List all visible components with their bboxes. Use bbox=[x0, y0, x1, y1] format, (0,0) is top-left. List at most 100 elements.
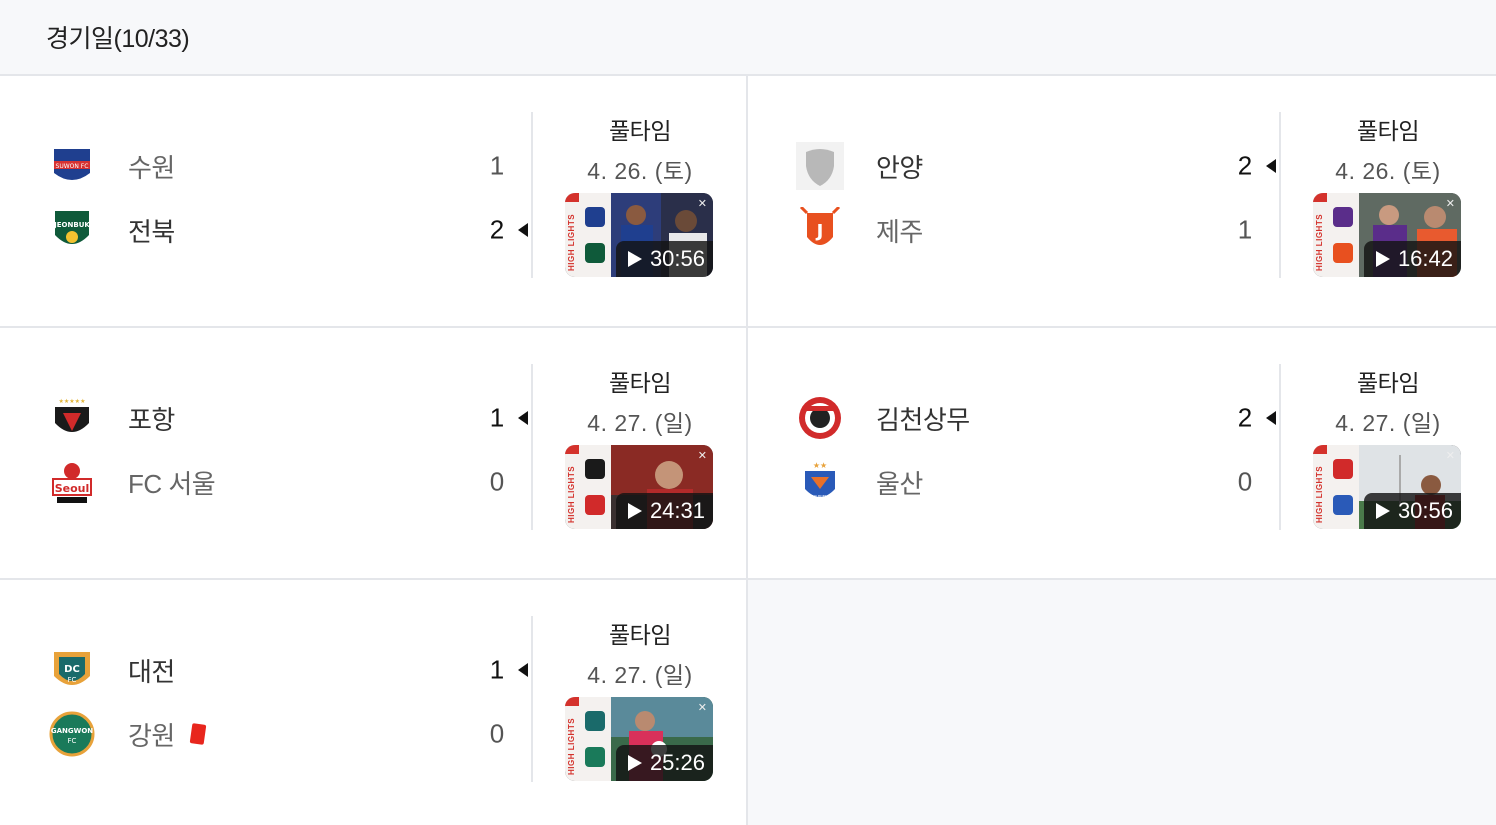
away-team-row: Seoul FC 서울 0 bbox=[48, 458, 538, 506]
anyang-shield-logo bbox=[796, 142, 844, 190]
match-date: 4. 27. (일) bbox=[587, 662, 693, 688]
highlight-side-panel: HIGH LIGHTS bbox=[1313, 445, 1359, 529]
fc-seoul-logo: Seoul bbox=[48, 458, 96, 506]
video-duration: 30:56 bbox=[615, 241, 713, 277]
thumbnail-corner-icon: ✕ bbox=[1445, 450, 1455, 462]
thumbnail-corner-icon: ✕ bbox=[1445, 198, 1455, 210]
duration-text: 30:56 bbox=[1397, 498, 1453, 523]
match-status: 풀타임 bbox=[1357, 118, 1419, 144]
duration-text: 16:42 bbox=[1397, 246, 1453, 271]
svg-text:GANGWON: GANGWON bbox=[51, 727, 93, 735]
ulsan-logo: ★★ HYUNDAI bbox=[796, 458, 844, 506]
anyang-mini-logo-icon bbox=[1333, 207, 1353, 227]
gimcheon-mini-logo-icon bbox=[1333, 459, 1353, 479]
jeju-mini-logo-icon bbox=[1333, 243, 1353, 263]
divider bbox=[531, 112, 533, 278]
away-team-row: GANGWON FC 강원 0 bbox=[48, 710, 538, 758]
thumbnail-corner-icon: ✕ bbox=[697, 702, 707, 714]
svg-text:DC: DC bbox=[64, 664, 80, 675]
home-team-name: 대전 bbox=[128, 656, 175, 687]
away-team-row: ★★ HYUNDAI 울산 0 bbox=[796, 458, 1286, 506]
suwon-fc-logo: SUWON FC bbox=[48, 142, 96, 190]
home-team-row: 안양 2 bbox=[796, 142, 1286, 190]
ulsan-mini-logo-icon bbox=[1333, 495, 1353, 515]
highlight-side-panel: HIGH LIGHTS bbox=[565, 697, 611, 781]
winner-arrow-icon bbox=[518, 223, 528, 237]
divider bbox=[1279, 112, 1281, 278]
jeju-logo: J bbox=[796, 206, 844, 254]
home-score: 2 bbox=[1237, 402, 1253, 433]
away-score: 0 bbox=[489, 718, 505, 749]
highlights-label: HIGH LIGHTS bbox=[567, 717, 576, 775]
svg-text:★★: ★★ bbox=[813, 461, 827, 470]
thumbnail-corner-icon: ✕ bbox=[697, 198, 707, 210]
match-info: 풀타임 4. 26. (토) bbox=[1293, 112, 1483, 186]
video-duration: 16:42 bbox=[1363, 241, 1461, 277]
match-date: 4. 26. (토) bbox=[587, 158, 693, 184]
match-status: 풀타임 bbox=[609, 622, 671, 648]
highlight-video-thumbnail[interactable]: HIGH LIGHTS ✕ 30:56 bbox=[1313, 445, 1461, 529]
winner-arrow-icon bbox=[518, 663, 528, 677]
home-team-name: 김천상무 bbox=[876, 404, 970, 435]
jeonbuk-mini-logo-icon bbox=[585, 243, 605, 263]
highlights-label: HIGH LIGHTS bbox=[567, 213, 576, 271]
highlight-video-thumbnail[interactable]: HIGH LIGHTS ✕ 16:42 bbox=[1313, 193, 1461, 277]
play-icon bbox=[1375, 503, 1390, 519]
match-card[interactable]: DC FC 대전 1 GANGWON FC 강원 0 풀타임 4. 27. (일) … bbox=[0, 580, 748, 825]
match-card[interactable]: 김천상무 2 ★★ HYUNDAI 울산 0 풀타임 4. 27. (일) HIG… bbox=[748, 328, 1496, 580]
broadcast-badge-icon bbox=[565, 193, 579, 202]
broadcast-badge-icon bbox=[565, 445, 579, 454]
highlights-label: HIGH LIGHTS bbox=[567, 465, 576, 523]
duration-text: 30:56 bbox=[649, 246, 705, 271]
divider bbox=[1279, 364, 1281, 530]
match-grid: SUWON FC 수원 1 JEONBUK 전북 2 풀타임 4. 26. (토… bbox=[0, 76, 1496, 825]
suwon-mini-logo-icon bbox=[585, 207, 605, 227]
svg-text:FC: FC bbox=[68, 676, 77, 684]
divider bbox=[531, 364, 533, 530]
broadcast-badge-icon bbox=[1313, 193, 1327, 202]
home-team-row: DC FC 대전 1 bbox=[48, 646, 538, 694]
match-card[interactable]: 안양 2 J 제주 1 풀타임 4. 26. (토) HIGH LIGHTS ✕… bbox=[748, 76, 1496, 328]
svg-text:Seoul: Seoul bbox=[55, 482, 90, 495]
away-team-name: FC 서울 bbox=[128, 468, 216, 499]
home-team-row: 김천상무 2 bbox=[796, 394, 1286, 442]
play-icon bbox=[627, 755, 642, 771]
highlight-video-thumbnail[interactable]: HIGH LIGHTS ✕ 24:31 bbox=[565, 445, 713, 529]
video-duration: 24:31 bbox=[615, 493, 713, 529]
play-icon bbox=[627, 503, 642, 519]
match-status: 풀타임 bbox=[609, 370, 671, 396]
highlight-side-panel: HIGH LIGHTS bbox=[565, 445, 611, 529]
video-duration: 30:56 bbox=[1363, 493, 1461, 529]
empty-cell bbox=[748, 580, 1496, 825]
duration-text: 25:26 bbox=[649, 750, 705, 775]
away-score: 0 bbox=[489, 466, 505, 497]
broadcast-badge-icon bbox=[565, 697, 579, 706]
home-score: 1 bbox=[489, 150, 505, 181]
match-date: 4. 27. (일) bbox=[1335, 410, 1441, 436]
home-team-name: 수원 bbox=[128, 152, 175, 183]
red-card-icon bbox=[189, 723, 207, 745]
highlight-side-panel: HIGH LIGHTS bbox=[565, 193, 611, 277]
home-team-row: ★★★★★ 포항 1 bbox=[48, 394, 538, 442]
match-card[interactable]: ★★★★★ 포항 1 Seoul FC 서울 0 풀타임 4. 27. (일) … bbox=[0, 328, 748, 580]
page-header: 경기일(10/33) bbox=[0, 0, 1496, 76]
highlight-side-panel: HIGH LIGHTS bbox=[1313, 193, 1359, 277]
match-info: 풀타임 4. 27. (일) bbox=[545, 616, 735, 690]
home-team-name: 포항 bbox=[128, 404, 175, 435]
highlight-video-thumbnail[interactable]: HIGH LIGHTS ✕ 25:26 bbox=[565, 697, 713, 781]
winner-arrow-icon bbox=[1266, 411, 1276, 425]
match-info: 풀타임 4. 27. (일) bbox=[545, 364, 735, 438]
away-score: 0 bbox=[1237, 466, 1253, 497]
away-team-row: J 제주 1 bbox=[796, 206, 1286, 254]
gangwon-mini-logo-icon bbox=[585, 747, 605, 767]
play-icon bbox=[1375, 251, 1390, 267]
highlights-label: HIGH LIGHTS bbox=[1315, 465, 1324, 523]
match-card[interactable]: SUWON FC 수원 1 JEONBUK 전북 2 풀타임 4. 26. (토… bbox=[0, 76, 748, 328]
highlight-video-thumbnail[interactable]: HIGH LIGHTS ✕ 30:56 bbox=[565, 193, 713, 277]
broadcast-badge-icon bbox=[1313, 445, 1327, 454]
duration-text: 24:31 bbox=[649, 498, 705, 523]
highlights-label: HIGH LIGHTS bbox=[1315, 213, 1324, 271]
match-date: 4. 26. (토) bbox=[1335, 158, 1441, 184]
home-score: 2 bbox=[1237, 150, 1253, 181]
winner-arrow-icon bbox=[518, 411, 528, 425]
